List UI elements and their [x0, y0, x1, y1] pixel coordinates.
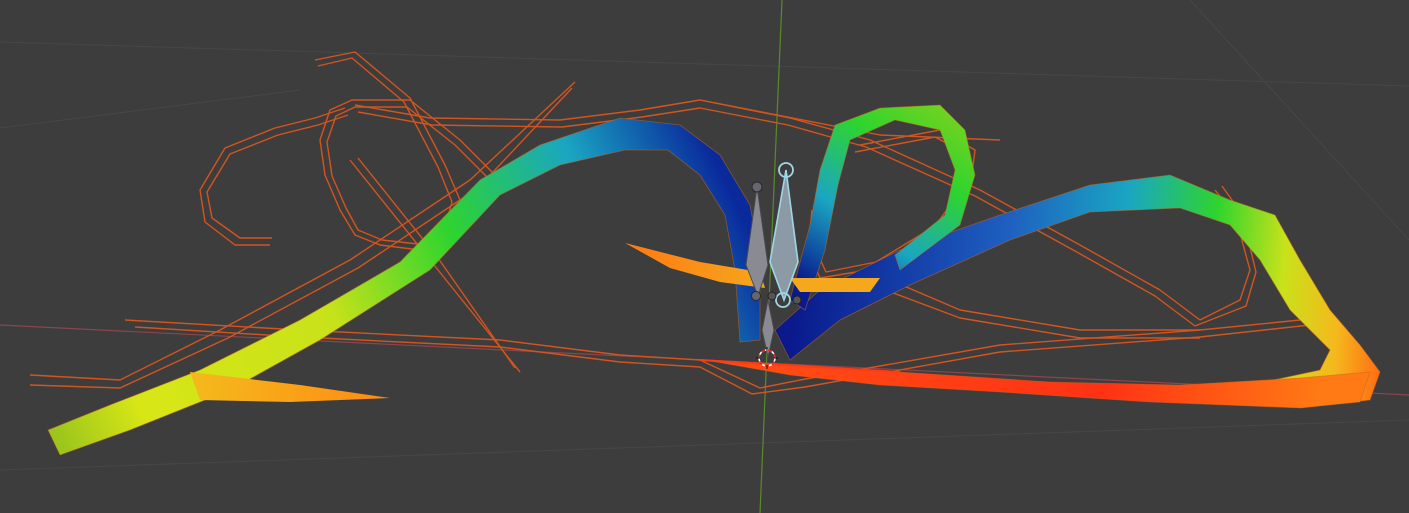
weight-strip-center	[790, 278, 880, 292]
wireframe-meshes	[29, 51, 1321, 395]
weight-paint-mesh	[47, 104, 1381, 456]
3d-viewport[interactable]	[0, 0, 1409, 513]
bone-joint[interactable]	[767, 291, 777, 301]
bone-joint-right[interactable]	[792, 295, 802, 305]
viewport-canvas[interactable]	[0, 0, 1409, 513]
bone-root[interactable]	[761, 299, 775, 358]
bone-left-head[interactable]	[751, 181, 763, 193]
weight-spike-bottom-left	[190, 372, 390, 402]
bone-left-tail[interactable]	[751, 291, 761, 301]
weight-tube-left	[47, 117, 761, 456]
